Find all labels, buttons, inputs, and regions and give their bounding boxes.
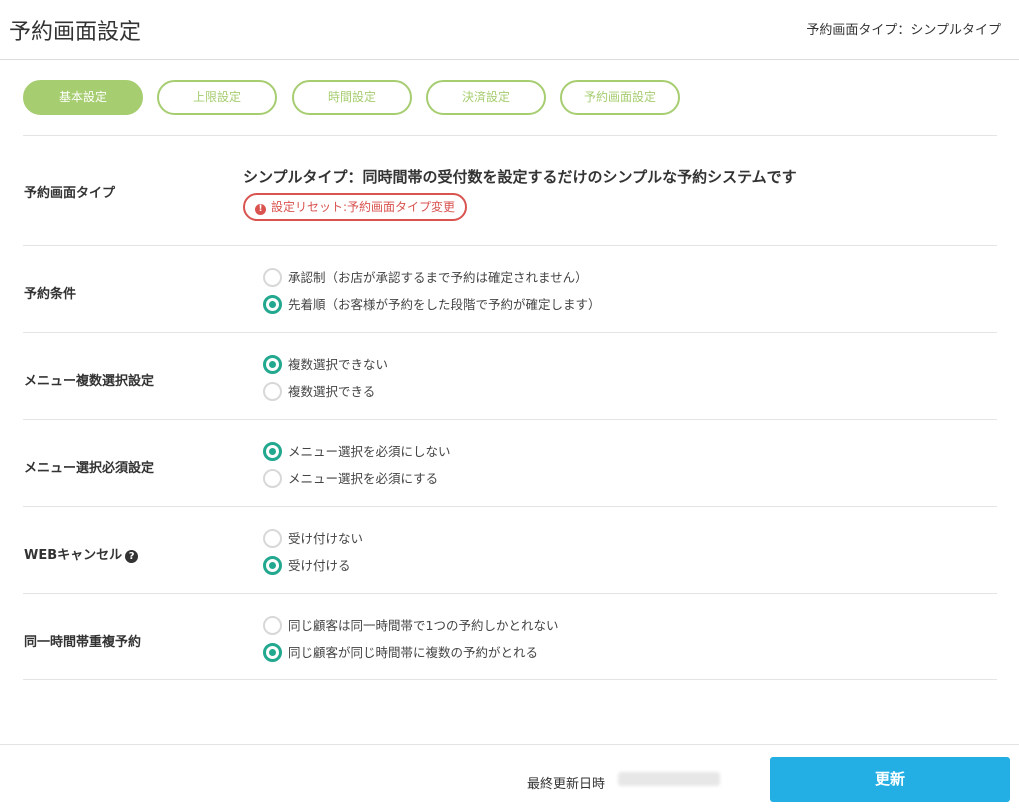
radio-option-label: 複数選択できない bbox=[288, 357, 389, 372]
radio-option-approval[interactable]: 承認制（お店が承認するまで予約は確定されません） bbox=[263, 268, 588, 288]
radio-option-multi-select[interactable]: 複数選択できる bbox=[263, 382, 375, 402]
page-type-indicator: 予約画面タイプ：シンプルタイプ bbox=[806, 23, 1001, 38]
radio-checked-icon[interactable] bbox=[263, 556, 282, 575]
last-updated-label: 最終更新日時 bbox=[527, 777, 606, 792]
radio-unchecked-icon[interactable] bbox=[263, 616, 282, 635]
radio-option-label: 承認制（お店が承認するまで予約は確定されません） bbox=[288, 270, 588, 285]
radio-option-cancel-accepted[interactable]: 受け付ける bbox=[263, 556, 351, 576]
radio-option-label: メニュー選択を必須にしない bbox=[288, 444, 451, 459]
radio-option-single-booking[interactable]: 同じ顧客は同一時間帯で1つの予約しかとれない bbox=[263, 616, 558, 636]
radio-option-label: 先着順（お客様が予約をした段階で予約が確定します） bbox=[288, 297, 601, 312]
row-label: WEBキャンセル? bbox=[24, 544, 139, 563]
radio-unchecked-icon[interactable] bbox=[263, 529, 282, 548]
screen-type-description: シンプルタイプ：同時間帯の受付数を設定するだけのシンプルな予約システムです bbox=[243, 168, 797, 186]
last-updated-value-redacted bbox=[618, 772, 720, 786]
tab-basic-settings[interactable]: 基本設定 bbox=[23, 80, 143, 115]
row-label: 予約画面タイプ bbox=[24, 186, 116, 201]
update-button[interactable]: 更新 bbox=[770, 757, 1010, 802]
radio-checked-icon[interactable] bbox=[263, 295, 282, 314]
settings-tabs: 基本設定 上限設定 時間設定 決済設定 予約画面設定 bbox=[23, 80, 1003, 116]
row-menu-required: メニュー選択必須設定 メニュー選択を必須にしない メニュー選択を必須にする bbox=[23, 419, 997, 506]
help-icon[interactable]: ? bbox=[125, 550, 139, 563]
tab-time-settings[interactable]: 時間設定 bbox=[292, 80, 412, 115]
row-label: メニュー選択必須設定 bbox=[24, 461, 155, 476]
radio-option-label: 同じ顧客が同じ時間帯に複数の予約がとれる bbox=[288, 645, 539, 660]
radio-option-label: 受け付ける bbox=[288, 558, 351, 573]
row-label: 同一時間帯重複予約 bbox=[24, 635, 142, 650]
radio-option-cancel-not-accepted[interactable]: 受け付けない bbox=[263, 529, 363, 549]
web-cancel-label: WEBキャンセル bbox=[24, 548, 123, 563]
row-label: メニュー複数選択設定 bbox=[24, 374, 155, 389]
radio-option-first-come[interactable]: 先着順（お客様が予約をした段階で予約が確定します） bbox=[263, 295, 601, 315]
page-header: 予約画面設定 予約画面タイプ：シンプルタイプ bbox=[0, 0, 1019, 60]
radio-unchecked-icon[interactable] bbox=[263, 268, 282, 287]
radio-unchecked-icon[interactable] bbox=[263, 469, 282, 488]
radio-checked-icon[interactable] bbox=[263, 355, 282, 374]
settings-form: 予約画面タイプ シンプルタイプ：同時間帯の受付数を設定するだけのシンプルな予約シ… bbox=[23, 135, 997, 680]
reset-screen-type-button[interactable]: ! 設定リセット:予約画面タイプ変更 bbox=[243, 193, 468, 221]
radio-option-required[interactable]: メニュー選択を必須にする bbox=[263, 469, 438, 489]
alert-icon: ! bbox=[255, 204, 266, 215]
row-menu-multi-select: メニュー複数選択設定 複数選択できない 複数選択できる bbox=[23, 332, 997, 419]
page-footer: 最終更新日時 更新 bbox=[0, 744, 1019, 809]
reset-button-label: 設定リセット:予約画面タイプ変更 bbox=[271, 200, 456, 214]
page-title: 予約画面設定 bbox=[9, 20, 142, 45]
tab-reservation-screen-settings[interactable]: 予約画面設定 bbox=[560, 80, 680, 115]
row-duplicate-booking: 同一時間帯重複予約 同じ顧客は同一時間帯で1つの予約しかとれない 同じ顧客が同じ… bbox=[23, 593, 997, 680]
row-label: 予約条件 bbox=[24, 287, 77, 302]
radio-option-not-required[interactable]: メニュー選択を必須にしない bbox=[263, 442, 451, 462]
radio-option-single-select[interactable]: 複数選択できない bbox=[263, 355, 388, 375]
tab-limit-settings[interactable]: 上限設定 bbox=[157, 80, 277, 115]
row-screen-type: 予約画面タイプ シンプルタイプ：同時間帯の受付数を設定するだけのシンプルな予約シ… bbox=[23, 135, 997, 245]
radio-option-label: メニュー選択を必須にする bbox=[288, 471, 439, 486]
radio-option-label: 同じ顧客は同一時間帯で1つの予約しかとれない bbox=[288, 618, 559, 633]
tab-payment-settings[interactable]: 決済設定 bbox=[426, 80, 546, 115]
radio-unchecked-icon[interactable] bbox=[263, 382, 282, 401]
radio-option-label: 受け付けない bbox=[288, 531, 364, 546]
row-reservation-condition: 予約条件 承認制（お店が承認するまで予約は確定されません） 先着順（お客様が予約… bbox=[23, 245, 997, 332]
radio-option-label: 複数選択できる bbox=[288, 384, 376, 399]
radio-option-multiple-booking[interactable]: 同じ顧客が同じ時間帯に複数の予約がとれる bbox=[263, 643, 538, 663]
radio-checked-icon[interactable] bbox=[263, 643, 282, 662]
row-web-cancel: WEBキャンセル? 受け付けない 受け付ける bbox=[23, 506, 997, 593]
radio-checked-icon[interactable] bbox=[263, 442, 282, 461]
